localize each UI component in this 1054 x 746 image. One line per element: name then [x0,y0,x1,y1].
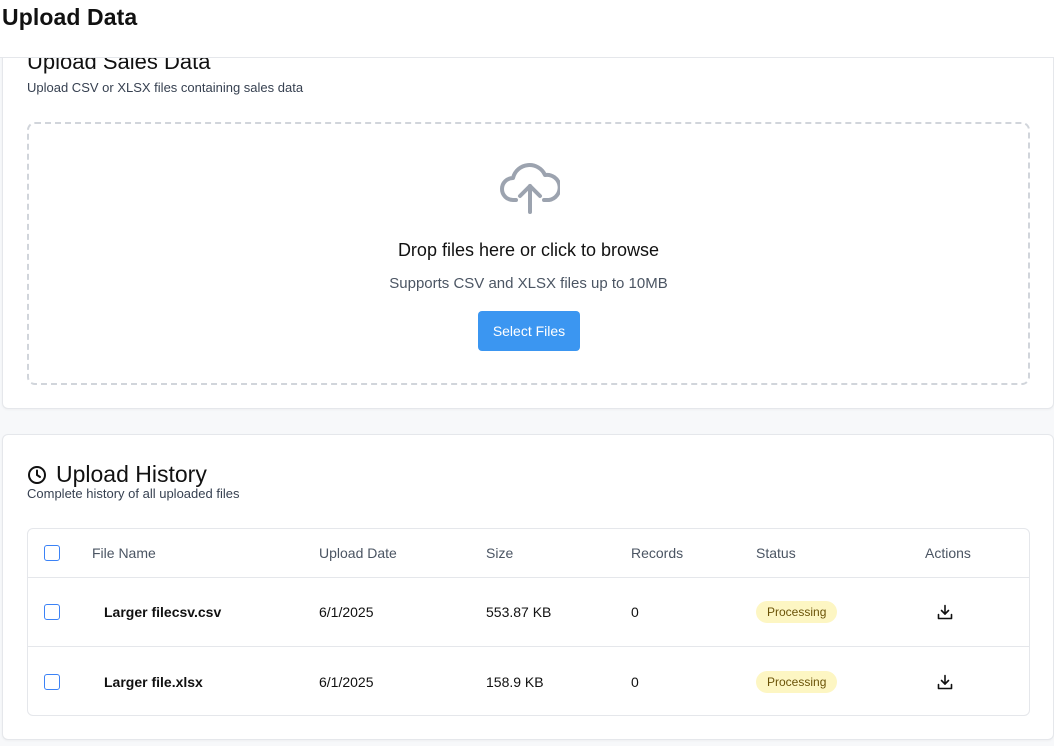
upload-card: Upload Sales Data Upload CSV or XLSX fil… [2,30,1054,409]
column-header-upload-date: Upload Date [319,545,397,561]
cloud-upload-icon [500,163,560,214]
file-size: 158.9 KB [486,673,544,690]
dropzone-title: Drop files here or click to browse [397,240,660,260]
column-header-size: Size [486,545,514,561]
clock-icon [28,465,46,484]
column-header-file-name: File Name [92,545,156,561]
table-header-row: File Name Upload Date Size Records Statu… [28,529,1029,578]
select-files-button[interactable]: Select Files [478,311,580,351]
record-count: 0 [631,673,639,690]
history-description: Complete history of all uploaded files [27,486,240,501]
download-icon[interactable] [937,674,953,690]
column-header-actions: Actions [925,545,971,561]
history-table: File Name Upload Date Size Records Statu… [27,528,1030,716]
file-name: Larger file.xlsx [104,673,203,690]
row-checkbox[interactable] [44,673,60,690]
row-checkbox[interactable] [44,604,60,620]
column-header-records: Records [631,545,684,561]
file-name: Larger filecsv.csv [104,604,222,620]
download-icon[interactable] [937,604,953,620]
column-header-status: Status [756,545,796,561]
upload-card-description: Upload CSV or XLSX files containing sale… [27,80,304,95]
page-title: Upload Data [2,4,138,30]
table-row: Larger filecsv.csv 6/1/2025 553.87 KB 0 … [28,578,1029,647]
record-count: 0 [631,604,639,620]
upload-date: 6/1/2025 [319,673,374,690]
history-header: Upload History [27,461,207,488]
history-title: Upload History [56,461,207,487]
page-header: Upload Data [0,0,1054,58]
upload-history-card: Upload History Complete history of all u… [2,434,1054,740]
dropzone-subtitle: Supports CSV and XLSX files up to 10MB [389,275,668,292]
upload-date: 6/1/2025 [319,604,374,620]
file-size: 553.87 KB [486,604,552,620]
file-dropzone[interactable]: Drop files here or click to browse Suppo… [27,122,1030,385]
status-badge: Processing [756,670,838,693]
table-row: Larger file.xlsx 6/1/2025 158.9 KB 0 Pro… [28,647,1029,715]
status-badge: Processing [756,601,838,623]
select-all-checkbox[interactable] [44,545,60,561]
